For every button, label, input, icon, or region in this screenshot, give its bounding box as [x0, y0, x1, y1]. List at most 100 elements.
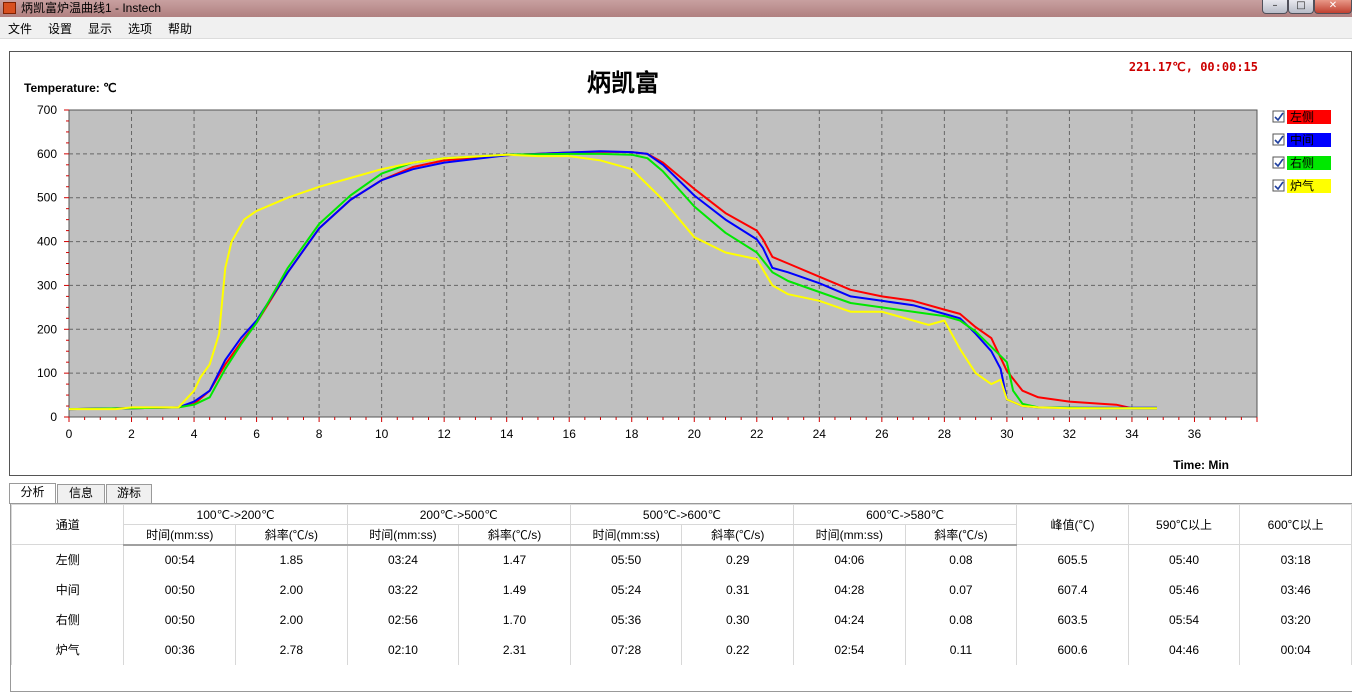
- header-time: 时间(mm:ss): [569, 524, 683, 546]
- x-tick-label: 22: [750, 427, 764, 441]
- x-tick-label: 8: [316, 427, 323, 441]
- x-tick-label: 4: [191, 427, 198, 441]
- menu-help[interactable]: 帮助: [168, 20, 192, 37]
- x-tick-label: 26: [875, 427, 889, 441]
- table-cell: 0.29: [681, 544, 795, 575]
- table-cell: 0.08: [904, 604, 1018, 635]
- header-channel: 通道: [11, 504, 125, 545]
- table-cell: 00:04: [1239, 634, 1352, 665]
- header-time: 时间(mm:ss): [346, 524, 460, 546]
- table-cell: 607.4: [1016, 574, 1129, 605]
- table-cell: 2.78: [235, 634, 348, 665]
- table-body: 左侧 00:54 1.85 03:24 1.47 05:50 0.29 04:06 0.08 60…: [11, 544, 1352, 665]
- tab-cursor[interactable]: 游标: [106, 484, 152, 503]
- table-row[interactable]: 中间 00:50 2.00 03:22 1.49 05:24 0.31 04:28 0.07 60…: [11, 574, 1352, 605]
- analysis-table: 通道 100℃->200℃ 200℃->500℃ 500℃->600℃ 600℃…: [11, 504, 1352, 665]
- tab-analysis[interactable]: 分析: [9, 483, 56, 504]
- window-title: 炳凯富炉温曲线1 - Instech: [21, 1, 162, 15]
- legend-label: 中间: [1290, 132, 1314, 147]
- menu-file[interactable]: 文件: [8, 20, 32, 37]
- header-slope: 斜率(℃/s): [681, 524, 795, 546]
- y-tick-label: 600: [37, 147, 57, 161]
- x-tick-label: 10: [375, 427, 389, 441]
- analysis-table-panel: 通道 100℃->200℃ 200℃->500℃ 500℃->600℃ 600℃…: [10, 503, 1352, 692]
- x-tick-label: 24: [813, 427, 827, 441]
- table-cell: 05:24: [569, 574, 683, 605]
- y-tick-label: 300: [37, 278, 57, 292]
- table-cell: 00:50: [123, 574, 237, 605]
- header-group: 100℃->200℃: [123, 504, 348, 525]
- header-slope: 斜率(℃/s): [458, 524, 571, 546]
- y-tick-label: 0: [50, 410, 57, 424]
- table-cell: 04:46: [1127, 634, 1241, 665]
- menu-settings[interactable]: 设置: [48, 20, 72, 37]
- table-cell: 603.5: [1016, 604, 1129, 635]
- x-tick-label: 34: [1125, 427, 1139, 441]
- table-cell: 0.30: [681, 604, 795, 635]
- row-channel-cell: 中间: [11, 574, 125, 605]
- y-tick-label: 500: [37, 191, 57, 205]
- table-cell: 0.11: [904, 634, 1018, 665]
- table-cell: 1.85: [235, 544, 348, 575]
- table-cell: 05:46: [1127, 574, 1241, 605]
- x-axis-label: Time: Min: [1173, 458, 1229, 472]
- x-tick-label: 16: [563, 427, 577, 441]
- chart-title: 炳凯富: [587, 68, 659, 97]
- table-cell: 00:36: [123, 634, 237, 665]
- row-channel-cell: 左侧: [11, 544, 125, 575]
- y-axis-label: Temperature: ℃: [24, 81, 117, 95]
- menu-bar: 文件 设置 显示 选项 帮助: [0, 17, 1352, 39]
- table-cell: 05:50: [569, 544, 683, 575]
- x-tick-label: 0: [66, 427, 73, 441]
- table-cell: 1.49: [458, 574, 571, 605]
- x-tick-label: 18: [625, 427, 639, 441]
- close-button[interactable]: ✕: [1314, 0, 1352, 14]
- header-slope: 斜率(℃/s): [235, 524, 348, 546]
- x-tick-label: 36: [1188, 427, 1202, 441]
- menu-view[interactable]: 显示: [88, 20, 112, 37]
- tab-info[interactable]: 信息: [57, 484, 105, 503]
- table-cell: 00:54: [123, 544, 237, 575]
- table-cell: 2.00: [235, 604, 348, 635]
- table-row[interactable]: 炉气 00:36 2.78 02:10 2.31 07:28 0.22 02:54 0.11 60…: [11, 634, 1352, 665]
- x-tick-label: 28: [938, 427, 952, 441]
- maximize-button[interactable]: □: [1288, 0, 1314, 14]
- row-channel-cell: 炉气: [11, 634, 125, 665]
- x-tick-label: 14: [500, 427, 514, 441]
- title-bar: 炳凯富炉温曲线1 - Instech – □ ✕: [0, 0, 1352, 17]
- legend-label: 炉气: [1290, 178, 1314, 193]
- table-cell: 0.22: [681, 634, 795, 665]
- row-channel-cell: 右侧: [11, 604, 125, 635]
- menu-options[interactable]: 选项: [128, 20, 152, 37]
- header-time: 时间(mm:ss): [793, 524, 906, 546]
- table-cell: 0.08: [904, 544, 1018, 575]
- table-cell: 03:20: [1239, 604, 1352, 635]
- x-tick-label: 12: [437, 427, 451, 441]
- plot-area[interactable]: [68, 109, 1258, 418]
- table-cell: 2.31: [458, 634, 571, 665]
- chart-panel: 炳凯富 Temperature: ℃ 221.17℃, 00:00:15 Tim…: [9, 51, 1352, 476]
- table-cell: 03:18: [1239, 544, 1352, 575]
- table-cell: 02:10: [346, 634, 460, 665]
- app-icon: [3, 2, 16, 14]
- table-row[interactable]: 右侧 00:50 2.00 02:56 1.70 05:36 0.30 04:24 0.08 60…: [11, 604, 1352, 635]
- x-tick-label: 30: [1000, 427, 1014, 441]
- y-tick-label: 400: [37, 235, 57, 249]
- table-cell: 05:54: [1127, 604, 1241, 635]
- header-above-600: 600℃以上: [1239, 504, 1352, 545]
- cursor-status: 221.17℃, 00:00:15: [1129, 60, 1258, 74]
- minimize-button[interactable]: –: [1262, 0, 1288, 14]
- table-cell: 03:46: [1239, 574, 1352, 605]
- header-time: 时间(mm:ss): [123, 524, 237, 546]
- x-tick-label: 32: [1063, 427, 1077, 441]
- table-cell: 04:06: [793, 544, 906, 575]
- table-cell: 03:22: [346, 574, 460, 605]
- table-cell: 05:40: [1127, 544, 1241, 575]
- temperature-chart: 炳凯富 Temperature: ℃ 221.17℃, 00:00:15 Tim…: [24, 60, 1331, 472]
- table-row[interactable]: 左侧 00:54 1.85 03:24 1.47 05:50 0.29 04:06 0.08 60…: [11, 544, 1352, 575]
- legend-label: 左侧: [1290, 109, 1314, 124]
- legend-label: 右侧: [1290, 155, 1314, 170]
- table-cell: 02:56: [346, 604, 460, 635]
- legend: 左侧中间右侧炉气: [1272, 109, 1331, 193]
- table-cell: 605.5: [1016, 544, 1129, 575]
